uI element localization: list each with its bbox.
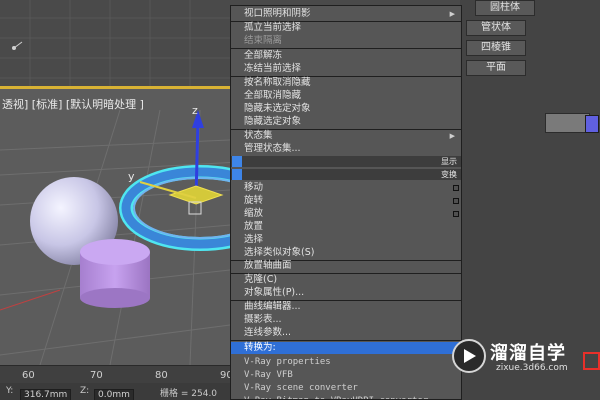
menu-item-label: 旋转 xyxy=(244,195,264,206)
menu-item-label: 视口照明和阴影 xyxy=(244,8,311,19)
ruler-tick: 80 xyxy=(155,370,168,381)
menu-separator xyxy=(231,48,461,49)
menu-item-label: 状态集 xyxy=(244,130,273,141)
highlight-annotation-box xyxy=(583,352,600,370)
cylinder-button[interactable]: 圆柱体 xyxy=(475,0,535,16)
z-coord-input[interactable]: 0.0mm xyxy=(94,389,134,400)
menu-item[interactable]: 状态集 ▶ xyxy=(231,130,461,142)
menu-item-label: 放置 xyxy=(244,221,264,232)
menu-item-label: 曲线编辑器... xyxy=(244,301,301,312)
menu-item[interactable]: 视口照明和阴影 ▶ xyxy=(231,8,461,20)
menu-item[interactable]: V-Ray VFB xyxy=(231,369,461,381)
quad-header-label: 变换 xyxy=(441,170,457,179)
quad-context-menu[interactable]: 视口照明和阴影 ▶ 孤立当前选择 结束隔离全部解冻冻结当前选择 按名称取消隐藏 全部取消隐… xyxy=(230,5,462,400)
watermark-logo xyxy=(452,339,486,373)
watermark-title: 溜溜自学 xyxy=(490,343,566,364)
menu-item[interactable]: 冻结当前选择 xyxy=(231,63,461,75)
quad-color-marker xyxy=(232,156,242,167)
menu-item[interactable]: 结束隔离 xyxy=(231,35,461,47)
menu-item-label: V-Ray scene converter xyxy=(244,383,358,393)
menu-item[interactable]: 克隆(C) xyxy=(231,274,461,286)
y-coord-input[interactable]: 316.7mm xyxy=(20,389,72,400)
pyramid-button[interactable]: 四棱锥 xyxy=(466,40,526,56)
menu-item-label: V-Ray properties xyxy=(244,357,331,367)
menu-item-label: 移动 xyxy=(244,182,264,193)
menu-item-label: 隐藏选定对象 xyxy=(244,116,302,127)
menu-item[interactable]: 全部解冻 xyxy=(231,50,461,62)
quad-color-marker xyxy=(232,169,242,180)
menu-item[interactable]: V-Ray properties xyxy=(231,356,461,368)
menu-item[interactable]: 放置 xyxy=(231,221,461,233)
submenu-arrow-icon: ▶ xyxy=(449,132,455,140)
menu-item-label: V-Ray Bitmap to VRayHDRI converter xyxy=(244,396,428,399)
menu-item[interactable]: 按名称取消隐藏 xyxy=(231,77,461,89)
tube-button[interactable]: 管状体 xyxy=(466,20,526,36)
menu-item-label: 连线参数... xyxy=(244,327,292,338)
menu-item-label: 按名称取消隐藏 xyxy=(244,77,311,88)
object-color-swatch[interactable] xyxy=(585,115,599,133)
menu-item-label: 隐藏未选定对象 xyxy=(244,103,311,114)
menu-item-label: 全部解冻 xyxy=(244,50,283,61)
menu-separator xyxy=(231,340,461,341)
menu-item[interactable]: 隐藏选定对象 xyxy=(231,116,461,128)
menu-item-label: 缩放 xyxy=(244,208,264,219)
menu-item[interactable]: 孤立当前选择 xyxy=(231,22,461,34)
world-axis-line xyxy=(0,289,61,311)
y-coord-label: Y: xyxy=(6,386,14,396)
menu-item[interactable]: 曲线编辑器... xyxy=(231,301,461,313)
cylinder-object[interactable] xyxy=(80,239,150,308)
menu-item-label: V-Ray VFB xyxy=(244,370,293,380)
menu-item[interactable]: 连线参数... xyxy=(231,327,461,339)
menu-item[interactable]: 转换为: xyxy=(231,342,461,354)
menu-item-label: 放置轴曲面 xyxy=(244,260,292,271)
menu-item[interactable]: 缩放 xyxy=(231,208,461,220)
menu-item-label: 克隆(C) xyxy=(244,274,278,285)
settings-box-icon[interactable] xyxy=(453,211,459,217)
menu-item[interactable]: 旋转 xyxy=(231,195,461,207)
quad-header-11: 显示 xyxy=(231,156,461,167)
menu-item-label: 管理状态集... xyxy=(244,143,301,154)
menu-item[interactable]: 管理状态集... xyxy=(231,143,461,155)
menu-item[interactable]: 选择类似对象(S) xyxy=(231,247,461,259)
menu-item-label: 全部取消隐藏 xyxy=(244,90,302,101)
menu-item[interactable]: V-Ray Bitmap to VRayHDRI converter xyxy=(231,395,461,399)
y-axis-label: y xyxy=(128,170,135,183)
menu-item[interactable]: 全部取消隐藏 xyxy=(231,90,461,102)
plane-button[interactable]: 平面 xyxy=(466,60,526,76)
menu-item-label: 摄影表... xyxy=(244,314,282,325)
name-field[interactable] xyxy=(545,113,590,133)
menu-item[interactable]: 对象属性(P)... xyxy=(231,287,461,299)
grid-size-label: 栅格 = 254.0 xyxy=(160,389,218,399)
transform-gizmo[interactable] xyxy=(139,110,224,215)
settings-box-icon[interactable] xyxy=(453,198,459,204)
menu-item-label: 冻结当前选择 xyxy=(244,63,302,74)
z-axis-label: z xyxy=(192,104,198,117)
menu-item[interactable]: 移动 xyxy=(231,182,461,194)
menu-item[interactable]: 选择 xyxy=(231,234,461,246)
menu-item[interactable]: 放置轴曲面 xyxy=(231,260,461,272)
menu-item-label: 选择类似对象(S) xyxy=(244,247,315,258)
menu-item-label: 转换为: xyxy=(244,342,276,353)
submenu-arrow-icon: ▶ xyxy=(449,10,455,18)
z-coord-label: Z: xyxy=(80,386,90,396)
play-icon xyxy=(464,349,476,363)
quad-header-label: 显示 xyxy=(441,157,457,166)
ruler-tick: 60 xyxy=(22,370,35,381)
menu-item-label: 对象属性(P)... xyxy=(244,287,305,298)
ruler-tick: 70 xyxy=(90,370,103,381)
menu-item-label: 结束隔离 xyxy=(244,35,283,46)
quad-header-12: 变换 xyxy=(231,169,461,180)
menu-item[interactable]: V-Ray scene converter xyxy=(231,382,461,394)
watermark: 溜溜自学 zixue.3d66.com xyxy=(450,335,600,385)
settings-box-icon[interactable] xyxy=(453,185,459,191)
menu-item[interactable]: 隐藏未选定对象 xyxy=(231,103,461,115)
menu-item[interactable]: 摄影表... xyxy=(231,314,461,326)
menu-item-label: 选择 xyxy=(244,234,264,245)
menu-item-label: 孤立当前选择 xyxy=(244,22,302,33)
watermark-url: zixue.3d66.com xyxy=(496,363,568,373)
